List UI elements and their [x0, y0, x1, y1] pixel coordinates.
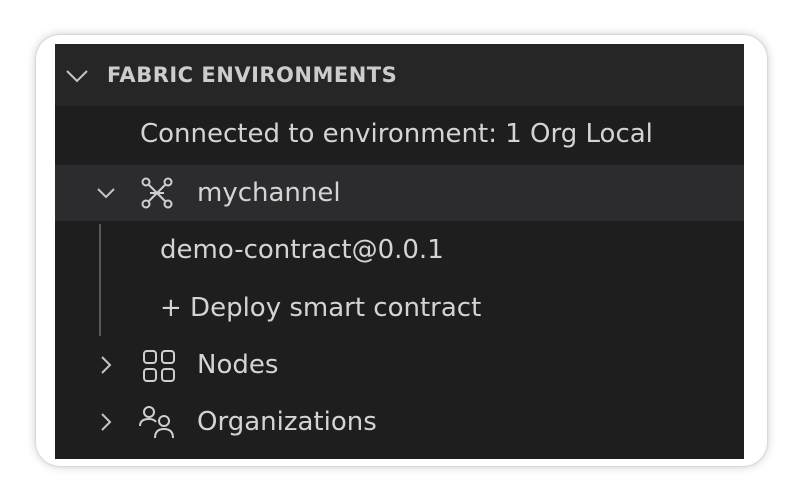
network-graph-icon [141, 177, 173, 209]
tree-item-nodes[interactable]: Nodes [55, 337, 744, 393]
tree-item-label: Organizations [197, 407, 377, 437]
tree-item-label: mychannel [197, 178, 341, 208]
tree-item-label: demo-contract@0.0.1 [160, 235, 444, 265]
chevron-right-icon [101, 356, 112, 374]
chevron-down-icon [66, 70, 88, 83]
section-title: FABRIC ENVIRONMENTS [107, 63, 398, 87]
chevron-right-icon [101, 413, 112, 431]
tree-item-label: + Deploy smart contract [160, 293, 482, 323]
tree-item-deploy-smart-contract[interactable]: + Deploy smart contract [55, 280, 744, 336]
connected-status-label: Connected to environment: 1 Org Local [140, 119, 653, 149]
grid-icon [143, 350, 175, 382]
people-icon [139, 406, 174, 439]
connected-status-row: Connected to environment: 1 Org Local [55, 106, 744, 162]
tree-item-mychannel[interactable]: mychannel [55, 165, 744, 221]
chevron-down-icon [97, 188, 115, 199]
section-header[interactable]: FABRIC ENVIRONMENTS [55, 44, 744, 106]
fabric-environments-panel: FABRIC ENVIRONMENTS Connected to environ… [55, 44, 744, 459]
tree-item-organizations[interactable]: Organizations [55, 394, 744, 450]
tree-item-label: Nodes [197, 350, 279, 380]
tree-item-demo-contract[interactable]: demo-contract@0.0.1 [55, 222, 744, 278]
